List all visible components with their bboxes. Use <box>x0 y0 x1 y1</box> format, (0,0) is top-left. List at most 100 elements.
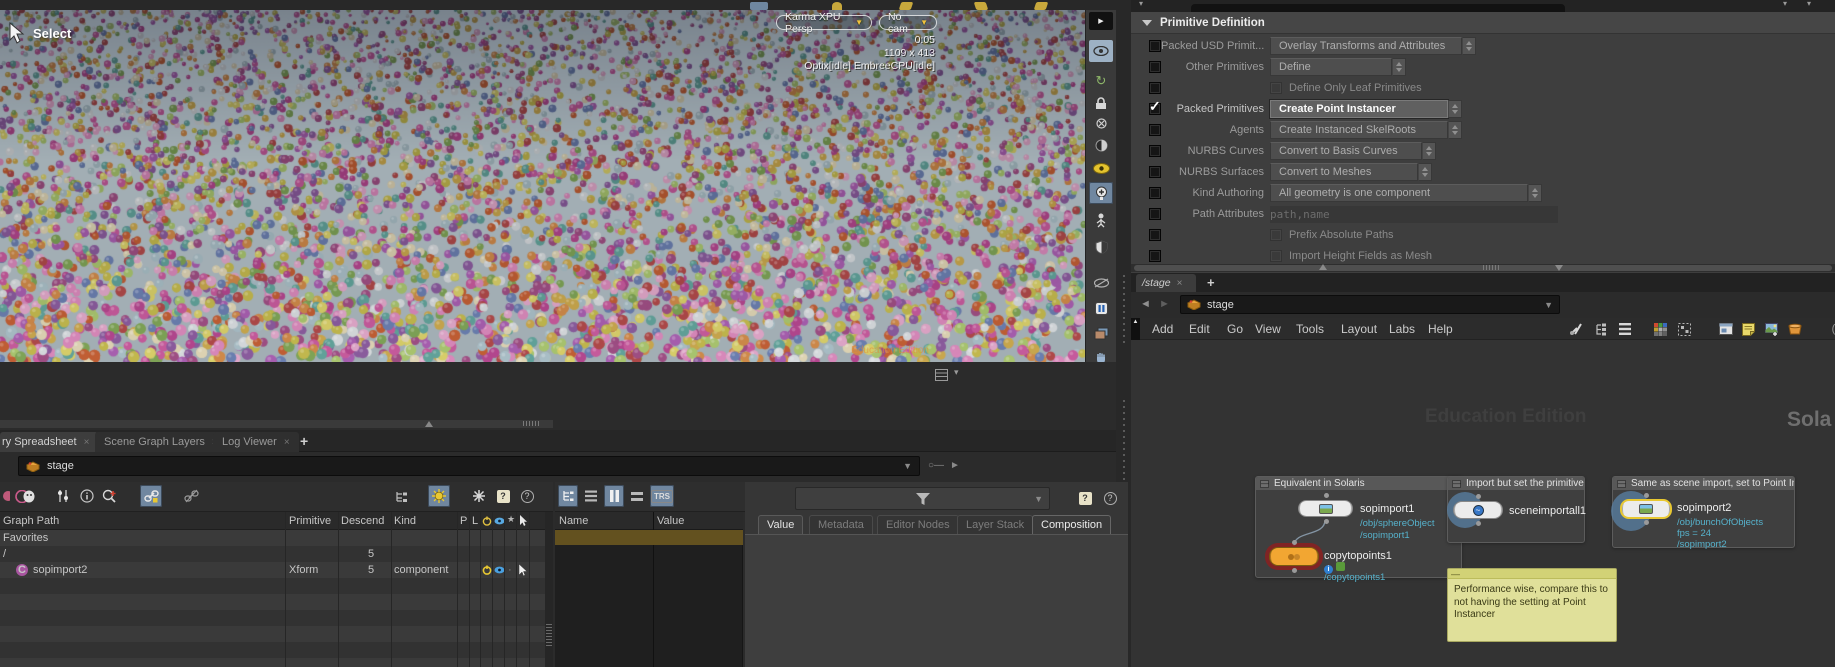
pane-view-icon[interactable] <box>935 369 948 381</box>
network-box-import-primitive[interactable]: — Import but set the primitive d... ~ sc… <box>1447 476 1585 543</box>
network-box-equivalent-solaris[interactable]: — Equivalent in Solaris sopimport1 /obj/… <box>1255 476 1462 578</box>
select-spinner[interactable] <box>1448 121 1462 139</box>
param-enable-checkbox[interactable] <box>1149 187 1161 199</box>
scrollbar-fragment[interactable]: ▲ <box>1131 318 1140 340</box>
other-primitives-select[interactable]: Define <box>1270 58 1392 76</box>
path-attributes-input[interactable] <box>1270 206 1558 223</box>
menu-labs[interactable]: Labs <box>1389 322 1415 336</box>
node-path-field-fragment[interactable] <box>1191 4 1565 12</box>
select-spinner[interactable] <box>1462 37 1476 55</box>
param-enable-checkbox[interactable] <box>1149 229 1161 241</box>
row-sopimport2[interactable]: C sopimport2 Xform 5 component · <box>0 562 545 578</box>
expand-arrow-icon[interactable]: ▶ <box>1089 12 1113 30</box>
network-box-title-bar[interactable]: — Import but set the primitive d... <box>1448 477 1584 490</box>
tab-stage[interactable]: /stage × <box>1136 274 1196 292</box>
select-spinner[interactable] <box>1528 184 1542 202</box>
package-help-icon[interactable]: ? <box>492 485 514 507</box>
empty-row[interactable] <box>0 626 545 642</box>
collapse-box-button[interactable]: — <box>1617 480 1626 488</box>
select-spinner[interactable] <box>1422 142 1436 160</box>
selection-cursor-icon[interactable] <box>518 564 528 577</box>
menu-edit[interactable]: Edit <box>1189 322 1210 336</box>
star-column-icon[interactable]: ★ <box>507 514 515 525</box>
headlight-off-icon[interactable] <box>1089 112 1113 134</box>
gallery-bucket-icon[interactable] <box>1786 321 1803 337</box>
define-only-leaf-checkbox[interactable] <box>1270 82 1282 94</box>
close-icon[interactable]: × <box>1177 278 1183 289</box>
network-editor[interactable]: Education Edition Sola — Equivalent in S… <box>1131 340 1835 667</box>
selected-attribute-row[interactable] <box>555 530 743 545</box>
param-enable-checkbox[interactable] <box>1149 250 1161 262</box>
list-view-icon[interactable] <box>1616 321 1633 337</box>
snapshot-gallery-icon[interactable] <box>1089 322 1113 344</box>
close-icon[interactable]: × <box>284 437 290 448</box>
renderer-menu[interactable]: Karma XPU Persp ▼ <box>776 15 872 30</box>
spreadsheet-hscrollbar[interactable] <box>0 420 553 428</box>
empty-row[interactable] <box>0 594 545 610</box>
background-image-icon[interactable] <box>1763 321 1780 337</box>
collapse-tree-icon[interactable] <box>390 485 412 507</box>
param-enable-checkbox[interactable] <box>1149 40 1161 52</box>
col-descend[interactable]: Descend <box>341 515 384 527</box>
param-enable-checkbox[interactable] <box>1149 61 1161 73</box>
col-graph-path[interactable]: Graph Path <box>3 515 59 527</box>
network-box-title-bar[interactable]: — Same as scene import, set to Point Ins… <box>1613 477 1794 490</box>
network-breadcrumb[interactable]: stage ▼ <box>1180 295 1560 314</box>
camera-menu[interactable]: No cam ▼ <box>879 15 937 30</box>
cursor-column-icon[interactable] <box>519 515 528 527</box>
col-p[interactable]: P <box>460 515 467 527</box>
empty-row[interactable] <box>0 658 545 667</box>
shelf-icon-fragment[interactable] <box>974 2 989 10</box>
node-output-connector[interactable] <box>1644 520 1649 525</box>
display-flag-icon[interactable] <box>428 485 450 507</box>
column-view-icon[interactable] <box>604 485 624 507</box>
follow-arrow-icon[interactable]: ► <box>950 460 960 471</box>
menu-layout[interactable]: Layout <box>1341 322 1377 336</box>
row-favorites[interactable]: Favorites <box>0 530 545 546</box>
power-toggle-icon[interactable] <box>482 565 492 575</box>
empty-row[interactable] <box>0 610 545 626</box>
clipped-icon[interactable] <box>0 485 14 507</box>
help-icon[interactable]: ? <box>1102 490 1118 506</box>
zoom-add-icon[interactable] <box>98 485 120 507</box>
network-box-title-bar[interactable]: — Equivalent in Solaris <box>1256 477 1461 490</box>
pane-menu-chevron-icon[interactable]: ▾ <box>954 367 959 378</box>
list-view-icon[interactable] <box>581 485 601 507</box>
grid-snap-icon[interactable] <box>1652 321 1669 337</box>
packed-usd-select[interactable]: Overlay Transforms and Attributes <box>1270 37 1462 55</box>
back-button[interactable]: ◄ <box>1140 298 1151 310</box>
section-header-primitive-definition[interactable]: Primitive Definition <box>1131 12 1835 34</box>
chevron-down-icon[interactable]: ▾ <box>1807 0 1811 8</box>
packed-primitives-select[interactable]: Create Point Instancer <box>1270 100 1448 118</box>
shelf-icon-fragment[interactable] <box>899 2 914 10</box>
filter-sliders-icon[interactable] <box>52 485 74 507</box>
row-view-icon[interactable] <box>627 485 647 507</box>
help-icon[interactable]: ? <box>516 485 538 507</box>
param-enable-checkbox[interactable] <box>1149 82 1161 94</box>
node-input-connector[interactable] <box>1324 493 1329 498</box>
shaded-sphere-icon[interactable] <box>1089 134 1113 156</box>
lock-camera-icon[interactable] <box>1089 92 1113 114</box>
tree-hierarchy-icon[interactable] <box>1592 321 1609 337</box>
tab-value[interactable]: Value <box>758 515 803 534</box>
node-input-connector[interactable] <box>1644 493 1649 498</box>
select-spinner[interactable] <box>1418 163 1432 181</box>
trs-filter-icon[interactable]: TRS <box>650 485 674 507</box>
node-sceneimportall1[interactable]: ~ <box>1453 501 1503 519</box>
col-name[interactable]: Name <box>559 515 588 527</box>
render-region-icon[interactable]: ↻ <box>1089 70 1113 92</box>
node-input-connector[interactable] <box>1292 540 1297 545</box>
tab-metadata[interactable]: Metadata <box>809 515 873 534</box>
first-person-icon[interactable] <box>1089 209 1113 231</box>
node-output-connector[interactable] <box>1292 568 1297 573</box>
sticky-note-title-bar[interactable]: — <box>1448 569 1616 579</box>
package-help-icon[interactable]: ? <box>1077 490 1093 506</box>
sticky-note-icon[interactable] <box>1740 321 1757 337</box>
col-l[interactable]: L <box>472 515 478 527</box>
pin-pane-icon[interactable]: ○— <box>928 460 944 471</box>
scene-viewport[interactable]: Select Karma XPU Persp ▼ No cam ▼ 0:05 1… <box>0 10 1085 362</box>
node-output-connector[interactable] <box>1324 519 1329 524</box>
info-icon[interactable] <box>76 485 98 507</box>
tools-wrench-icon[interactable] <box>1567 321 1584 337</box>
node-input-connector[interactable] <box>1476 494 1481 499</box>
